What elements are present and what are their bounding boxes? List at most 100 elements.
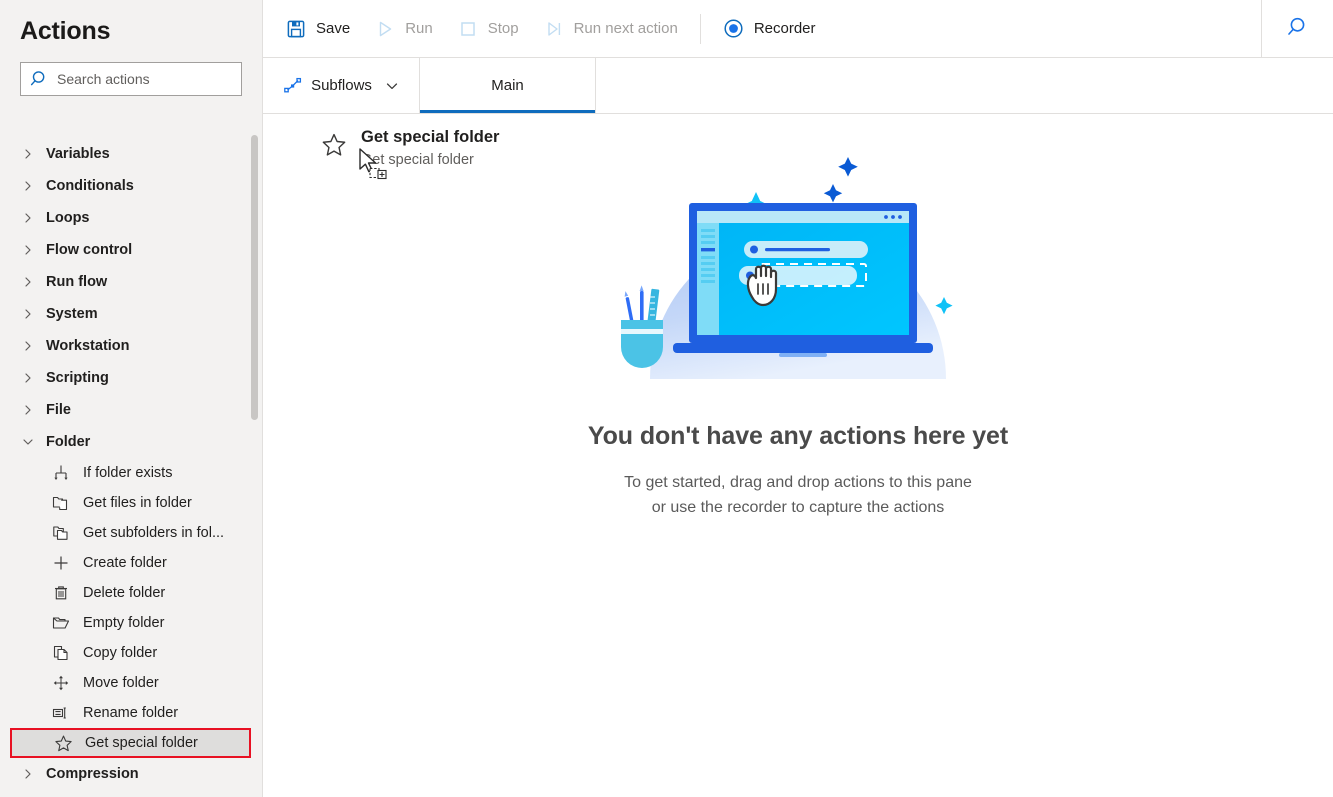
tab-main-label: Main: [491, 77, 524, 94]
chevron-down-icon: [385, 79, 399, 93]
subflow-graph-icon: [283, 76, 303, 96]
recorder-button[interactable]: Recorder: [711, 9, 828, 49]
record-icon: [723, 18, 745, 40]
sidebar-group-label: Conditionals: [46, 178, 134, 194]
flow-canvas[interactable]: You don't have any actions here yet To g…: [263, 114, 1333, 797]
chevron-right-icon: [20, 210, 36, 226]
sidebar-item-label: Get files in folder: [83, 495, 192, 511]
search-icon: [1286, 15, 1310, 44]
run-next-action-button[interactable]: Run next action: [531, 9, 690, 49]
sidebar-item-label: Delete folder: [83, 585, 166, 601]
flow-tabbar: Subflows Main: [263, 58, 1333, 114]
sidebar-item-label: Create folder: [83, 555, 167, 571]
empty-state-line-1: To get started, drag and drop actions to…: [624, 474, 972, 491]
sidebar-item-get-files-in-folder[interactable]: Get files in folder: [0, 488, 262, 518]
chevron-down-icon: [20, 434, 36, 450]
empty-state: You don't have any actions here yet To g…: [263, 114, 1333, 520]
run-button[interactable]: Run: [362, 9, 445, 49]
actions-tree: Variables Conditionals Loops Flow contro…: [0, 138, 262, 797]
sidebar-group-flow-control[interactable]: Flow control: [0, 234, 262, 266]
get-files-in-folder-icon: [51, 493, 71, 513]
sidebar-item-get-special-folder[interactable]: Get special folder: [10, 728, 251, 758]
subflows-dropdown[interactable]: Subflows: [263, 58, 420, 113]
sidebar-group-conditionals[interactable]: Conditionals: [0, 170, 262, 202]
sidebar-item-label: Copy folder: [83, 645, 158, 661]
chevron-right-icon: [20, 146, 36, 162]
sidebar-item-get-subfolders-in-folder[interactable]: Get subfolders in fol...: [0, 518, 262, 548]
trash-icon: [51, 583, 71, 603]
play-icon: [374, 18, 396, 40]
copy-icon: [51, 643, 71, 663]
empty-state-description: To get started, drag and drop actions to…: [624, 470, 972, 520]
sidebar-item-label: Get subfolders in fol...: [83, 525, 225, 541]
chevron-right-icon: [20, 338, 36, 354]
stop-label: Stop: [487, 20, 519, 37]
chevron-right-icon: [20, 306, 36, 322]
sidebar-item-delete-folder[interactable]: Delete folder: [0, 578, 262, 608]
sidebar-item-move-folder[interactable]: Move folder: [0, 668, 262, 698]
sidebar-scrollbar[interactable]: [251, 130, 258, 540]
sidebar-item-label: Get special folder: [85, 735, 198, 751]
if-folder-exists-icon: [51, 463, 71, 483]
sidebar-item-create-folder[interactable]: Create folder: [0, 548, 262, 578]
sidebar-group-run-flow[interactable]: Run flow: [0, 266, 262, 298]
recorder-label: Recorder: [753, 20, 816, 37]
page-title: Actions: [20, 17, 111, 45]
sidebar-group-variables[interactable]: Variables: [0, 138, 262, 170]
empty-state-line-2: or use the recorder to capture the actio…: [651, 499, 945, 516]
star-icon: [321, 132, 347, 158]
sidebar-group-loops[interactable]: Loops: [0, 202, 262, 234]
get-subfolders-icon: [51, 523, 71, 543]
sidebar-group-file[interactable]: File: [0, 394, 262, 426]
run-label: Run: [405, 20, 433, 37]
subflows-label: Subflows: [311, 77, 372, 94]
run-next-action-label: Run next action: [573, 20, 678, 37]
move-arrows-icon: [51, 673, 71, 693]
search-icon: [29, 68, 51, 90]
star-icon: [53, 733, 73, 753]
power-automate-desktop-window: Actions Variables: [0, 0, 1333, 797]
sidebar-group-label: Variables: [46, 146, 110, 162]
sidebar-item-label: Empty folder: [83, 615, 165, 631]
chevron-right-icon: [20, 766, 36, 782]
sidebar-item-label: Rename folder: [83, 705, 179, 721]
save-button[interactable]: Save: [273, 9, 362, 49]
toolbar-search-button[interactable]: [1261, 0, 1333, 58]
stop-icon: [457, 18, 479, 40]
sidebar-group-compression[interactable]: Compression: [0, 758, 262, 790]
chevron-right-icon: [20, 242, 36, 258]
empty-state-title: You don't have any actions here yet: [587, 422, 1009, 450]
sidebar-group-label: Loops: [46, 210, 90, 226]
drag-ghost-text: Get special folder Get special folder: [361, 126, 499, 171]
save-label: Save: [316, 20, 351, 37]
sidebar-scrollbar-thumb[interactable]: [251, 135, 258, 420]
sidebar-group-scripting[interactable]: Scripting: [0, 362, 262, 394]
sidebar-group-system[interactable]: System: [0, 298, 262, 330]
search-input[interactable]: [57, 71, 233, 87]
sidebar-item-empty-folder[interactable]: Empty folder: [0, 608, 262, 638]
plus-icon: [51, 553, 71, 573]
editor-toolbar: Save Run Stop Run next action Recorder: [263, 0, 1333, 58]
open-folder-icon: [51, 613, 71, 633]
drag-ghost-subtitle: Get special folder: [361, 152, 474, 168]
sidebar-group-label: File: [46, 402, 71, 418]
search-actions-field[interactable]: [20, 62, 242, 96]
sidebar-item-copy-folder[interactable]: Copy folder: [0, 638, 262, 668]
actions-tree-list: Variables Conditionals Loops Flow contro…: [0, 138, 262, 790]
chevron-right-icon: [20, 274, 36, 290]
sidebar-group-label: Scripting: [46, 370, 109, 386]
sidebar-item-rename-folder[interactable]: Rename folder: [0, 698, 262, 728]
sidebar-group-label: Compression: [46, 766, 139, 782]
drag-ghost-get-special-folder: Get special folder Get special folder: [321, 126, 499, 171]
chevron-right-icon: [20, 402, 36, 418]
sidebar-group-workstation[interactable]: Workstation: [0, 330, 262, 362]
rename-icon: [51, 703, 71, 723]
sidebar-group-label: System: [46, 306, 98, 322]
tab-main[interactable]: Main: [420, 58, 596, 113]
actions-sidebar: Actions Variables: [0, 0, 263, 797]
sidebar-group-folder[interactable]: Folder: [0, 426, 262, 458]
step-over-icon: [543, 18, 565, 40]
stop-button[interactable]: Stop: [445, 9, 531, 49]
sidebar-item-if-folder-exists[interactable]: If folder exists: [0, 458, 262, 488]
chevron-right-icon: [20, 178, 36, 194]
